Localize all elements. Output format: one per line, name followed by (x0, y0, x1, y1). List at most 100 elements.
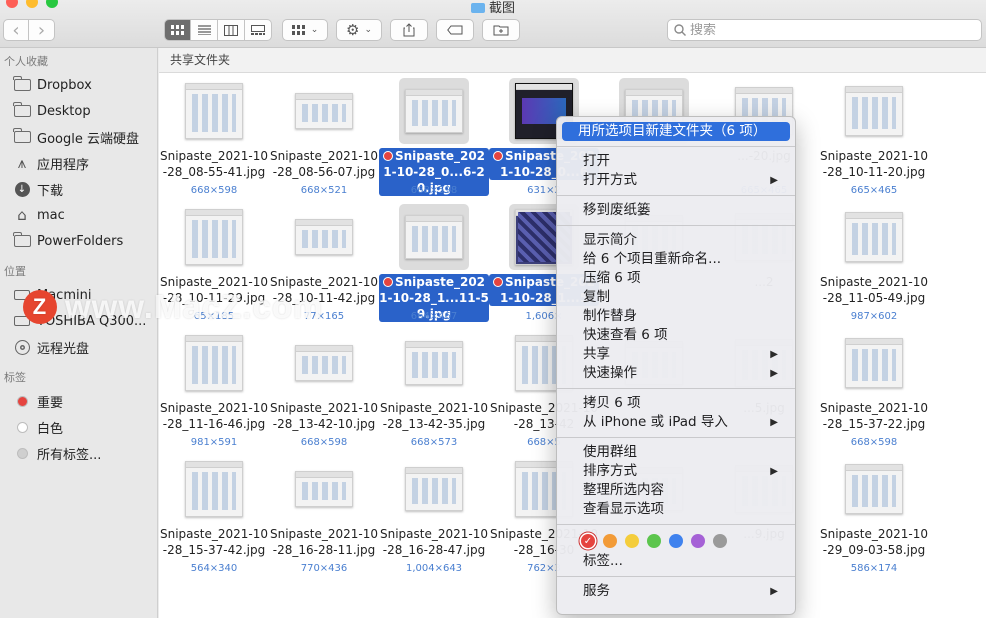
tag-color-swatch[interactable] (691, 534, 705, 548)
menu-show-view-options[interactable]: 查看显示选项 (562, 500, 790, 519)
red-tag-icon (383, 151, 393, 161)
tag-color-swatch[interactable] (669, 534, 683, 548)
tag-color-dot (13, 393, 31, 409)
menu-rename[interactable]: 给 6 个项目重新命名... (562, 250, 790, 269)
icon-view-button[interactable] (164, 19, 191, 41)
menu-quick-look[interactable]: 快速查看 6 项 (562, 326, 790, 345)
file-thumbnail (289, 456, 359, 522)
forward-button[interactable]: › (29, 19, 55, 41)
sidebar-favorite-item[interactable]: PowerFolders (0, 228, 157, 254)
file-name-text: Snipaste_2021-10-28_08-56-07.jpg (270, 149, 378, 179)
file-name-text: Snipaste_2021-10-28_11-05-49.jpg (820, 275, 928, 305)
file-item[interactable]: Snipaste_2021-10-28_15-37-42.jpg564×340 (159, 452, 269, 578)
sidebar-tag-item[interactable]: 白色 (0, 414, 157, 440)
file-item[interactable]: Snipaste_2021-10-29_09-03-58.jpg586×174 (819, 452, 929, 578)
image-dimensions: 668×573 (379, 437, 489, 448)
sidebar-favorite-item[interactable]: Desktop (0, 98, 157, 124)
file-item[interactable]: Snipaste_2021-10-28_10-11-20.jpg665×465 (819, 74, 929, 200)
menu-open-with-label: 打开方式 (583, 172, 637, 188)
new-folder-button[interactable] (482, 19, 520, 41)
sidebar-tag-item[interactable]: 重要 (0, 388, 157, 414)
menu-open[interactable]: 打开 (562, 152, 790, 171)
menu-tags[interactable]: 标签... (562, 552, 790, 571)
tag-color-swatch[interactable] (603, 534, 617, 548)
file-thumbnail (289, 78, 359, 144)
gear-icon: ⚙ (346, 21, 359, 39)
image-dimensions: 987×602 (819, 311, 929, 322)
sidebar-favorite-item[interactable]: ⩚应用程序 (0, 150, 157, 176)
file-item[interactable]: Snipaste_2021-10-28_1...11-59.jpg664×467 (379, 200, 489, 326)
share-button[interactable] (390, 19, 428, 41)
column-view-button[interactable] (218, 19, 245, 41)
file-item[interactable]: Snipaste_2021-10-28_0...6-20.jpg668×598 (379, 74, 489, 200)
folder-icon (13, 129, 31, 145)
file-item[interactable]: Snipaste_2021-10-28_11-16-46.jpg981×591 (159, 326, 269, 452)
file-thumbnail (179, 204, 249, 270)
file-thumbnail (289, 330, 359, 396)
file-item[interactable]: Snipaste_2021-10-28_16-28-47.jpg1,004×64… (379, 452, 489, 578)
menu-get-info[interactable]: 显示简介 (562, 231, 790, 250)
menu-import-from-iphone[interactable]: 从 iPhone 或 iPad 导入▶ (562, 413, 790, 432)
sidebar-tag-label: 白色 (37, 418, 63, 437)
submenu-arrow-icon: ▶ (770, 413, 778, 432)
menu-open-with[interactable]: 打开方式 ▶ (562, 171, 790, 190)
tag-color-row: ✓ (557, 530, 795, 552)
sidebar-favorite-item[interactable]: ⌂mac (0, 202, 157, 228)
search-icon (674, 24, 686, 36)
chevron-down-icon: ⌄ (364, 25, 372, 35)
sidebar-tag-item[interactable]: 所有标签... (0, 440, 157, 466)
sidebar-favorite-item[interactable]: Dropbox (0, 72, 157, 98)
menu-use-groups[interactable]: 使用群组 (562, 443, 790, 462)
menu-compress[interactable]: 压缩 6 项 (562, 269, 790, 288)
file-item[interactable]: Snipaste_2021-10-28_08-56-07.jpg668×521 (269, 74, 379, 200)
watermark-text: www.MacZ.com (65, 288, 323, 326)
menu-new-folder-with-selection[interactable]: 用所选项目新建文件夹（6 项） (562, 122, 790, 141)
file-item[interactable]: Snipaste_2021-10-28_08-55-41.jpg668×598 (159, 74, 269, 200)
image-dimensions: 770×436 (269, 563, 379, 574)
file-name: Snipaste_2021-10-28_08-55-41.jpg (159, 148, 269, 180)
back-button[interactable]: ‹ (3, 19, 29, 41)
locations-header: 位置 (0, 262, 157, 282)
screenshot-preview-image (295, 93, 353, 129)
menu-copy[interactable]: 拷贝 6 项 (562, 394, 790, 413)
sidebar-favorite-item[interactable]: ↓下载 (0, 176, 157, 202)
menu-quick-actions[interactable]: 快速操作▶ (562, 364, 790, 383)
tags-button[interactable] (436, 19, 474, 41)
menu-clean-up-selection[interactable]: 整理所选内容 (562, 481, 790, 500)
screenshot-preview-image (185, 461, 243, 517)
file-name: Snipaste_2021-10-28_13-42-35.jpg (379, 400, 489, 432)
menu-duplicate[interactable]: 复制 (562, 288, 790, 307)
group-by-button[interactable]: ⌄ (282, 19, 328, 41)
submenu-arrow-icon: ▶ (770, 582, 778, 601)
screenshot-preview-image (295, 345, 353, 381)
gallery-view-button[interactable] (245, 19, 272, 41)
menu-services-label: 服务 (583, 583, 610, 599)
tag-color-swatch[interactable] (713, 534, 727, 548)
menu-share[interactable]: 共享▶ (562, 345, 790, 364)
tag-color-swatch[interactable]: ✓ (581, 534, 595, 548)
menu-services[interactable]: 服务 ▶ (562, 582, 790, 601)
file-thumbnail (839, 456, 909, 522)
menu-make-alias[interactable]: 制作替身 (562, 307, 790, 326)
file-item[interactable]: Snipaste_2021-10-28_15-37-22.jpg668×598 (819, 326, 929, 452)
search-field[interactable] (667, 19, 982, 41)
tag-color-swatch[interactable] (647, 534, 661, 548)
sidebar-location-item[interactable]: 远程光盘 (0, 334, 157, 360)
file-item[interactable]: Snipaste_2021-10-28_13-42-35.jpg 668×573 (379, 326, 489, 452)
screenshot-preview-image (845, 338, 903, 388)
list-view-button[interactable] (191, 19, 218, 41)
file-item[interactable]: Snipaste_2021-10-28_13-42-10.jpg668×598 (269, 326, 379, 452)
file-item[interactable]: Snipaste_2021-10-28_11-05-49.jpg 987×602 (819, 200, 929, 326)
download-icon: ↓ (13, 181, 31, 197)
sidebar-favorite-item[interactable]: Google 云端硬盘 (0, 124, 157, 150)
submenu-arrow-icon: ▶ (770, 171, 778, 190)
screenshot-preview-image (185, 83, 243, 139)
file-name-text: Snipaste_2021-10-29_09-03-58.jpg (820, 527, 928, 557)
action-button[interactable]: ⚙ ⌄ (336, 19, 382, 41)
folder-icon (471, 3, 485, 13)
search-input[interactable] (690, 23, 970, 38)
tag-color-swatch[interactable] (625, 534, 639, 548)
menu-move-to-trash[interactable]: 移到废纸篓 (562, 201, 790, 220)
file-item[interactable]: Snipaste_2021-10-28_16-28-11.jpg770×436 (269, 452, 379, 578)
menu-sort-by[interactable]: 排序方式▶ (562, 462, 790, 481)
